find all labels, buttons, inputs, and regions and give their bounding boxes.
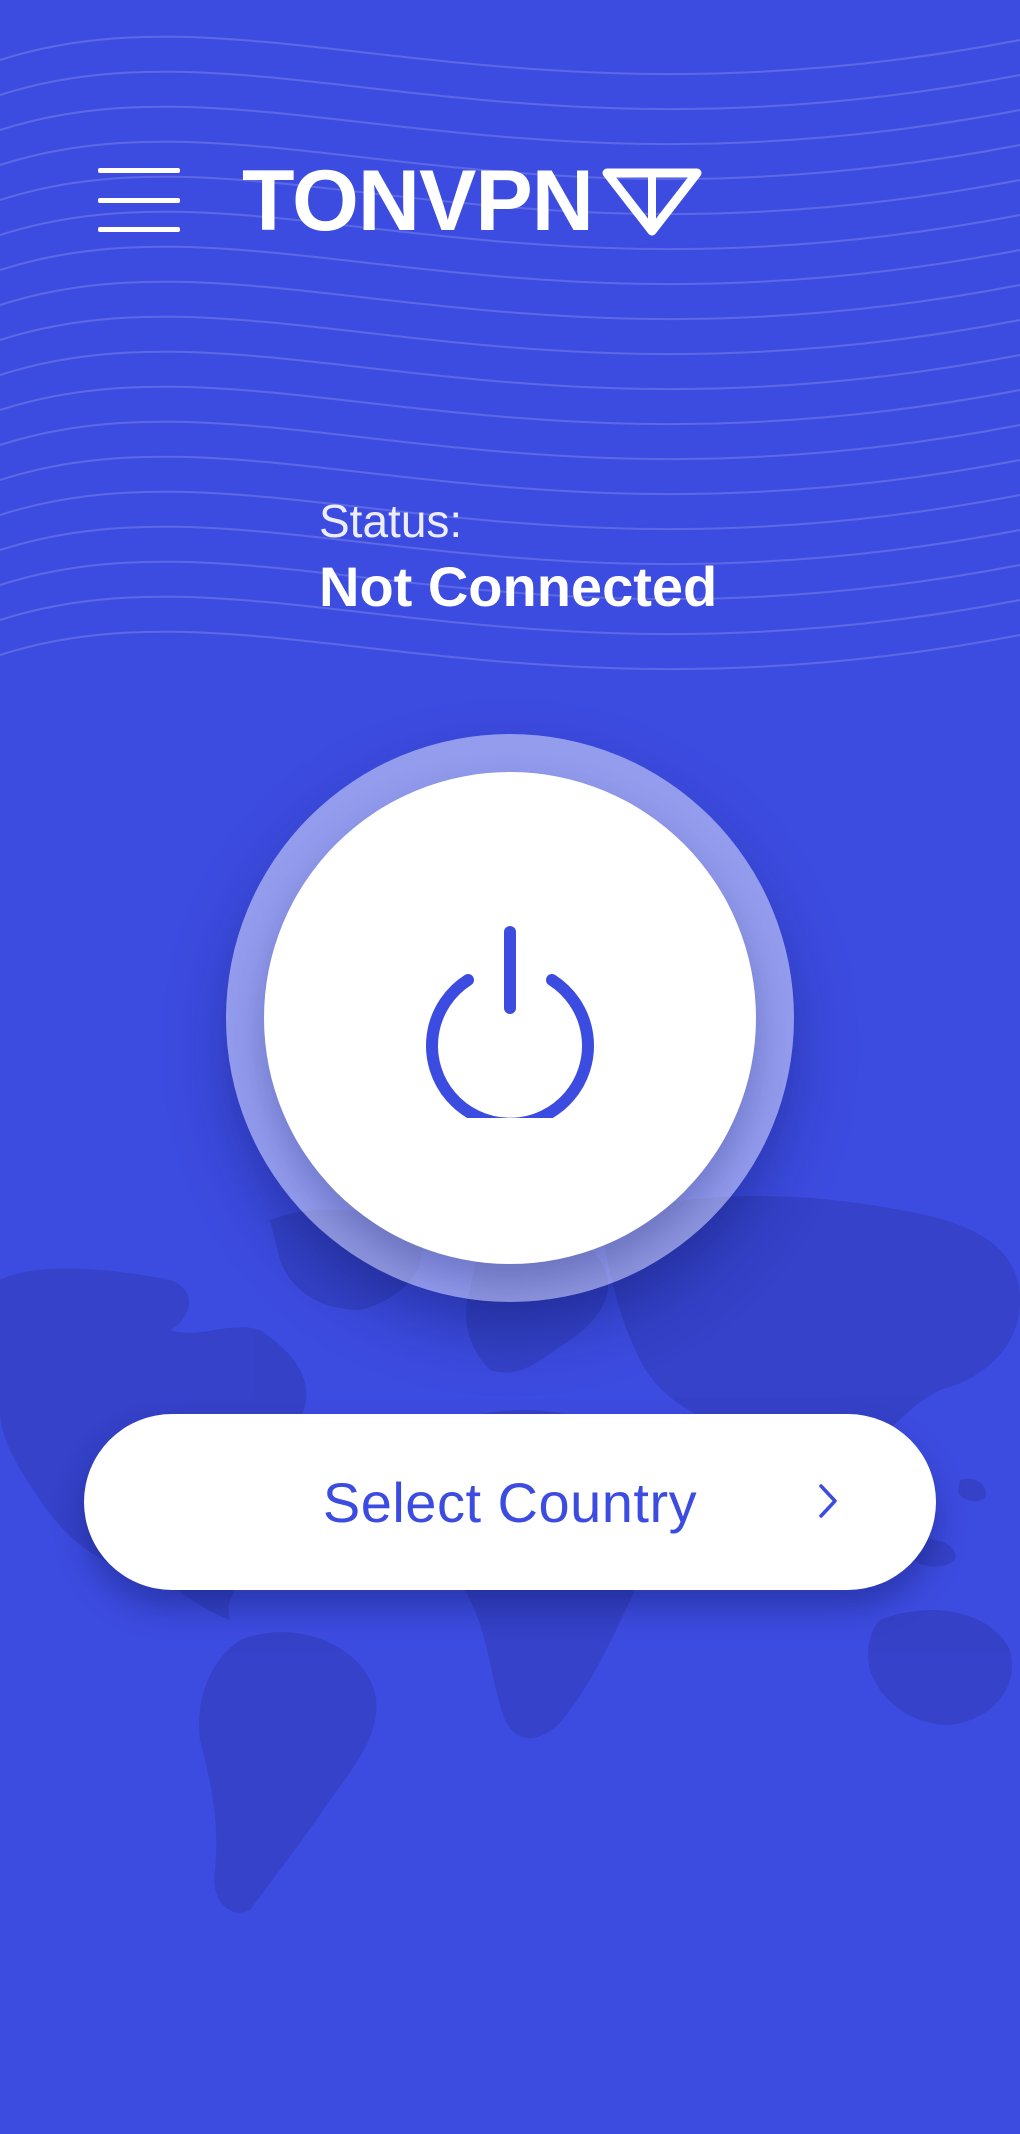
connection-status: Status: Not Connected — [319, 494, 717, 620]
app-logo: TONVPN — [242, 158, 705, 244]
menu-line — [98, 197, 180, 203]
main-screen: TONVPN Status: Not Connected Select Coun… — [0, 0, 1020, 2134]
logo-text: TONVPN — [242, 153, 594, 249]
power-icon — [426, 926, 594, 1118]
select-country-button[interactable]: Select Country — [84, 1414, 936, 1590]
power-button[interactable] — [264, 772, 756, 1264]
menu-line — [98, 168, 180, 173]
tonvpn-triangle-icon — [602, 168, 702, 236]
menu-line — [98, 227, 180, 232]
select-country-label: Select Country — [322, 1470, 698, 1534]
status-label: Status: — [319, 495, 463, 547]
chevron-right-icon — [819, 1484, 837, 1518]
status-value: Not Connected — [319, 555, 718, 619]
hamburger-menu-icon[interactable] — [98, 168, 180, 232]
